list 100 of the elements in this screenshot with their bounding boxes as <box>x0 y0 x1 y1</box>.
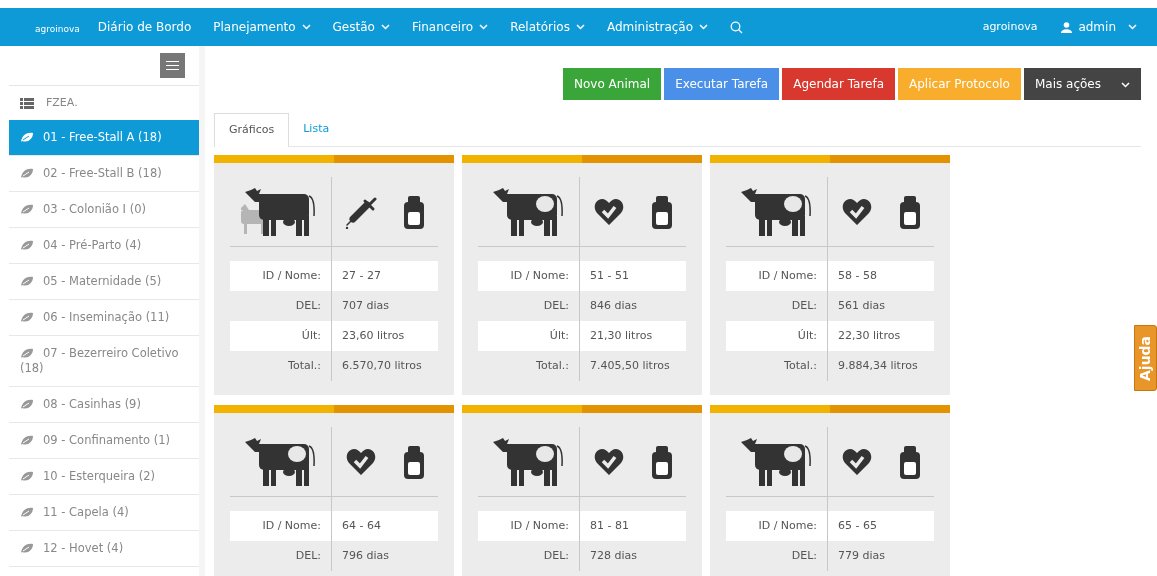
nav-menu-item[interactable]: Diário de Bordo <box>97 18 192 36</box>
action-button[interactable]: Mais ações <box>1023 68 1141 100</box>
field-label: DEL: <box>791 547 817 564</box>
field-label: DEL: <box>543 547 569 564</box>
action-button[interactable]: Novo Animal <box>563 68 662 100</box>
field-label: ID / Nome: <box>758 517 817 534</box>
user-menu[interactable]: admin <box>1061 18 1137 36</box>
field-label: ID / Nome: <box>262 517 321 534</box>
chevron-down-icon <box>380 24 390 30</box>
field-value: 707 dias <box>342 297 389 314</box>
animal-card[interactable]: ID / Nome: 58 - 58 DEL: 561 dias Últ: 22,30 litros Total.: 9.884,34 litros <box>710 155 950 395</box>
leaf-icon <box>20 507 34 518</box>
field-value: 9.884,34 litros <box>838 357 918 374</box>
animal-card[interactable]: ID / Nome: 64 - 64 DEL: 796 dias <box>214 405 454 576</box>
leaf-icon <box>20 543 34 554</box>
field-value: 65 - 65 <box>838 517 877 534</box>
animal-card[interactable]: ID / Nome: 65 - 65 DEL: 779 dias <box>710 405 950 576</box>
field-label: DEL: <box>295 547 321 564</box>
field-value: 796 dias <box>342 547 389 564</box>
leaf-icon <box>20 168 34 179</box>
field-label: DEL: <box>295 297 321 314</box>
sidebar-item[interactable]: 03 - Colonião I (0) <box>9 192 199 228</box>
user-icon <box>1061 21 1073 33</box>
brand-logo[interactable]: agroinova <box>35 23 80 37</box>
sidebar-item[interactable]: 02 - Free-Stall B (18) <box>9 156 199 192</box>
field-label: Últ: <box>549 327 569 344</box>
field-label: ID / Nome: <box>758 267 817 284</box>
nav-menu-item[interactable]: Financeiro <box>411 18 489 36</box>
field-label: DEL: <box>791 297 817 314</box>
action-button[interactable]: Agendar Tarefa <box>782 68 896 100</box>
leaf-icon <box>20 435 34 446</box>
chevron-down-icon <box>699 24 709 30</box>
field-value: 6.570,70 litros <box>342 357 422 374</box>
action-button[interactable]: Executar Tarefa <box>664 68 780 100</box>
tab[interactable]: Gráficos <box>214 113 290 147</box>
field-value: 728 dias <box>590 547 637 564</box>
sidebar-item[interactable]: 05 - Maternidade (5) <box>9 264 199 300</box>
sidebar-item[interactable]: 11 - Capela (4) <box>9 495 199 531</box>
field-label: Últ: <box>797 327 817 344</box>
tree-root-label[interactable]: FZEA. <box>46 94 78 112</box>
milk-can-icon <box>898 443 921 480</box>
nav-menu-item[interactable]: Administração <box>606 18 709 36</box>
leaf-icon <box>20 132 34 143</box>
field-value: 846 dias <box>590 297 637 314</box>
field-value: 22,30 litros <box>838 327 901 344</box>
field-label: ID / Nome: <box>262 267 321 284</box>
milk-can-icon <box>402 443 425 480</box>
field-label: Total.: <box>536 357 569 374</box>
field-value: 23,60 litros <box>342 327 405 344</box>
animal-card[interactable]: ID / Nome: 81 - 81 DEL: 728 dias <box>462 405 702 576</box>
chevron-down-icon <box>1128 24 1137 30</box>
field-value: 51 - 51 <box>590 267 629 284</box>
search-icon[interactable] <box>730 20 744 34</box>
menu-button[interactable] <box>160 53 185 78</box>
tab[interactable]: Lista <box>289 113 344 146</box>
heart-check-icon <box>841 447 872 476</box>
field-label: ID / Nome: <box>510 517 569 534</box>
heart-check-icon <box>841 197 872 226</box>
sidebar-item[interactable]: 06 - Inseminação (11) <box>9 300 199 336</box>
animal-card[interactable]: ID / Nome: 27 - 27 DEL: 707 dias Últ: 23,60 litros Total.: 6.570,70 litros <box>214 155 454 395</box>
chevron-down-icon <box>1121 81 1130 88</box>
leaf-icon <box>20 276 34 287</box>
field-value: 81 - 81 <box>590 517 629 534</box>
field-value: 779 dias <box>838 547 885 564</box>
nav-menu-item[interactable]: Relatórios <box>510 18 585 36</box>
field-value: 7.405,50 litros <box>590 357 670 374</box>
nav-menu-item[interactable]: Gestão <box>332 18 390 36</box>
leaf-icon <box>20 204 34 215</box>
sidebar-item[interactable]: 12 - Hovet (4) <box>9 531 199 567</box>
sidebar-item[interactable]: 09 - Confinamento (1) <box>9 423 199 459</box>
help-tab[interactable]: Ajuda <box>1134 325 1157 391</box>
leaf-icon <box>20 348 34 359</box>
heart-check-icon <box>593 447 624 476</box>
field-label: DEL: <box>543 297 569 314</box>
sidebar-item[interactable]: 07 - Bezerreiro Coletivo (18) <box>9 336 199 387</box>
nav-menu-item[interactable]: Planejamento <box>213 18 311 36</box>
action-button[interactable]: Aplicar Protocolo <box>898 68 1021 100</box>
field-value: 58 - 58 <box>838 267 877 284</box>
chevron-down-icon <box>301 24 311 30</box>
field-label: Total.: <box>288 357 321 374</box>
leaf-icon <box>20 240 34 251</box>
sidebar-item[interactable]: 01 - Free-Stall A (18) <box>9 120 199 156</box>
chevron-down-icon <box>479 24 489 30</box>
heart-check-icon <box>593 197 624 226</box>
field-label: Total.: <box>784 357 817 374</box>
milk-can-icon <box>650 193 673 230</box>
list-icon <box>20 97 34 109</box>
sidebar-item[interactable]: 04 - Pré-Parto (4) <box>9 228 199 264</box>
field-value: 64 - 64 <box>342 517 381 534</box>
sidebar-item[interactable]: 10 - Esterqueira (2) <box>9 459 199 495</box>
leaf-icon <box>20 312 34 323</box>
leaf-icon <box>20 399 34 410</box>
milk-can-icon <box>898 193 921 230</box>
brand-logo[interactable]: agroinova <box>982 18 1038 36</box>
leaf-icon <box>20 471 34 482</box>
animal-card[interactable]: ID / Nome: 51 - 51 DEL: 846 dias Últ: 21,30 litros Total.: 7.405,50 litros <box>462 155 702 395</box>
field-value: 27 - 27 <box>342 267 381 284</box>
field-value: 21,30 litros <box>590 327 653 344</box>
field-label: Últ: <box>301 327 321 344</box>
sidebar-item[interactable]: 08 - Casinhas (9) <box>9 387 199 423</box>
